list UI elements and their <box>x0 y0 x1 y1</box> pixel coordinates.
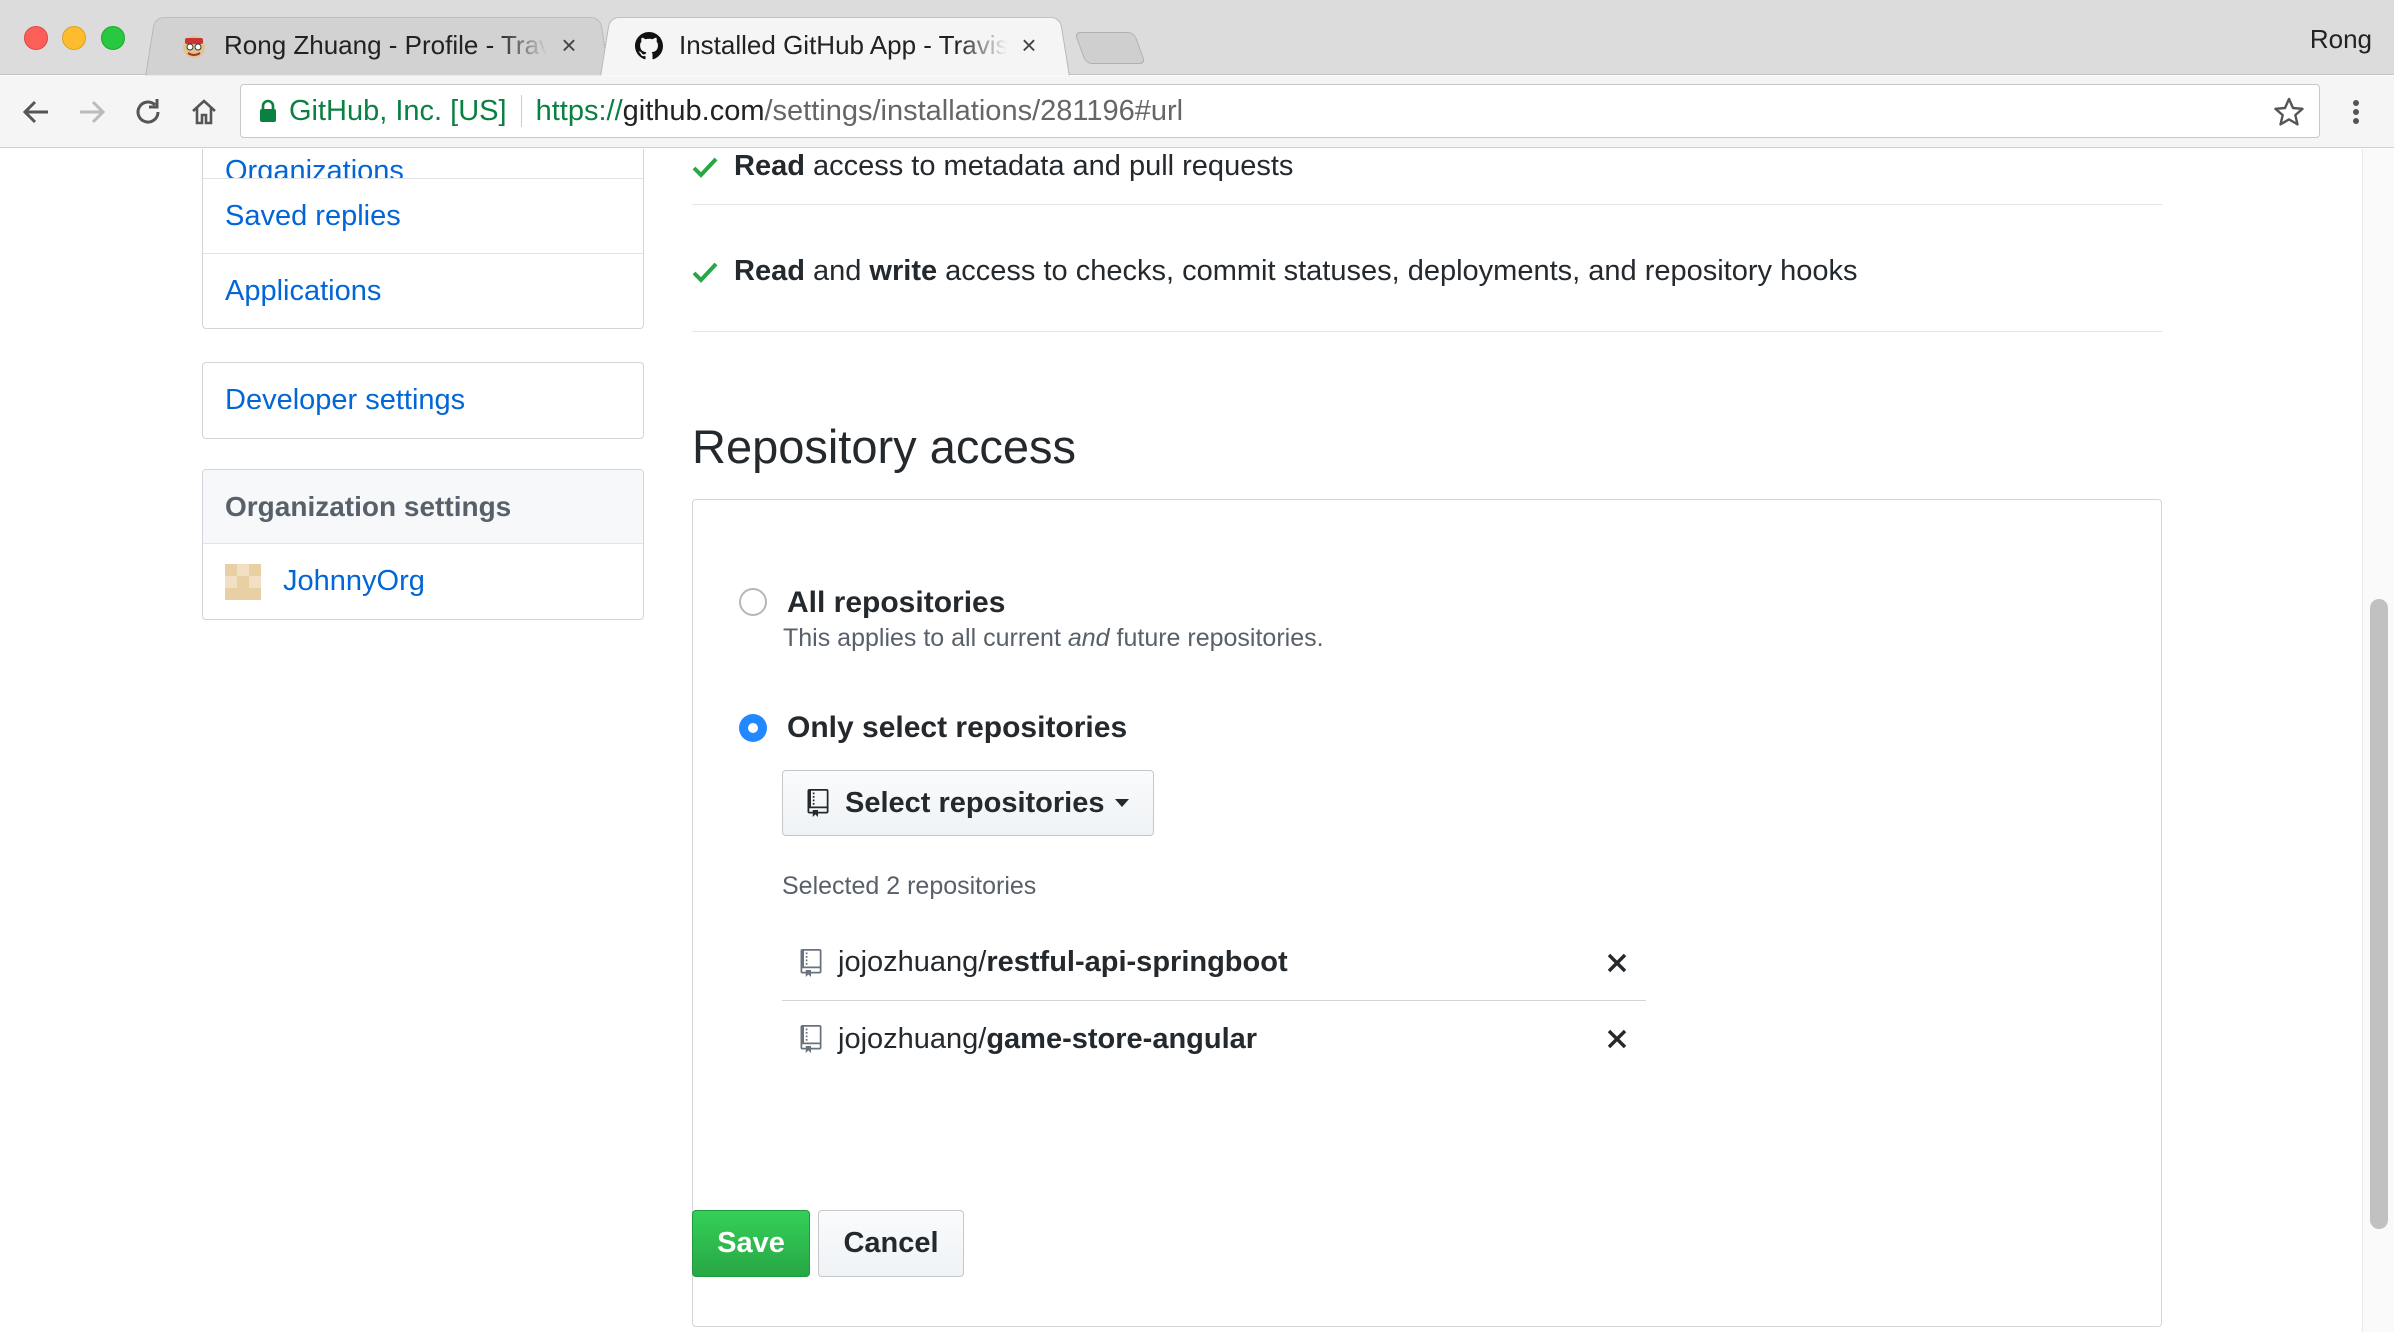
checkmark-icon <box>692 157 718 178</box>
permission-text: and <box>804 255 870 287</box>
url-host: github.com <box>622 94 765 127</box>
caret-down-icon <box>1114 799 1129 807</box>
sidebar-item-organizations[interactable]: Organizations <box>203 149 643 178</box>
back-arrow-icon[interactable] <box>16 92 56 132</box>
url-scheme: https:// <box>535 94 623 127</box>
github-octocat-icon <box>635 31 663 59</box>
repo-full-name: jojozhuang/game-store-angular <box>838 1023 1606 1056</box>
remove-repo-x-icon[interactable] <box>1606 1028 1628 1050</box>
permission-level: Read <box>734 255 805 287</box>
repo-owner: jojozhuang/ <box>838 1022 987 1055</box>
tab-close-icon[interactable]: × <box>557 30 581 61</box>
only-select-repositories-radio[interactable] <box>739 714 767 742</box>
browser-profile-name[interactable]: Rong <box>2310 24 2372 55</box>
sidebar-item-developer-settings[interactable]: Developer settings <box>203 363 643 438</box>
window-minimize-button[interactable] <box>62 26 86 50</box>
omnibox-separator <box>520 95 522 127</box>
select-repositories-button[interactable]: Select repositories <box>782 770 1154 836</box>
repo-icon <box>807 789 829 817</box>
repo-name: restful-api-springboot <box>986 946 1288 978</box>
repo-owner: jojozhuang/ <box>838 946 987 978</box>
repository-access-box: All repositories This applies to all cur… <box>692 499 2162 1327</box>
travis-mascot-icon <box>183 35 205 58</box>
browser-toolbar: GitHub, Inc. [US] https://github.com/set… <box>0 76 2394 148</box>
repo-name: game-store-angular <box>986 1022 1258 1055</box>
sidebar-item-org[interactable]: JohnnyOrg <box>203 544 643 619</box>
tab-title: Rong Zhuang - Profile - Travis CI <box>224 30 547 60</box>
select-repositories-label: Select repositories <box>845 786 1105 819</box>
only-select-repositories-label[interactable]: Only select repositories <box>787 711 1127 745</box>
scrollbar-thumb[interactable] <box>2370 599 2388 1229</box>
selected-repo-list: jojozhuang/restful-api-springboot jojozh… <box>782 925 1646 1077</box>
all-repositories-radio[interactable] <box>739 588 767 616</box>
address-bar[interactable]: GitHub, Inc. [US] https://github.com/set… <box>240 84 2320 138</box>
list-item: jojozhuang/game-store-angular <box>782 1001 1646 1077</box>
window-close-button[interactable] <box>24 26 48 50</box>
permission-level: Read <box>734 150 805 182</box>
window-zoom-button[interactable] <box>101 26 125 50</box>
sidebar-item-saved-replies[interactable]: Saved replies <box>203 178 643 253</box>
page-viewport: Organizations Saved replies Applications… <box>0 149 2394 1332</box>
tab-close-icon[interactable]: × <box>1017 30 1041 61</box>
browser-tab-bar: Rong Zhuang - Profile - Travis CI × Inst… <box>0 0 2394 76</box>
permission-text: access to metadata and pull requests <box>804 150 1294 182</box>
forward-arrow-icon[interactable] <box>72 92 112 132</box>
home-icon[interactable] <box>184 92 224 132</box>
org-name: JohnnyOrg <box>283 565 425 597</box>
permission-level: write <box>869 255 938 287</box>
checkmark-icon <box>692 262 718 283</box>
browser-tab-installed-app[interactable]: Installed GitHub App - Travis CI × <box>600 16 1070 76</box>
lock-icon <box>260 99 276 122</box>
repo-icon <box>800 1025 822 1053</box>
repo-full-name: jojozhuang/restful-api-springboot <box>838 946 1606 979</box>
developer-menu: Developer settings <box>202 362 644 439</box>
save-button[interactable]: Save <box>692 1210 810 1277</box>
list-item: jojozhuang/restful-api-springboot <box>782 925 1646 1001</box>
reload-icon[interactable] <box>128 92 168 132</box>
repo-icon <box>800 948 822 977</box>
bookmark-star-icon[interactable] <box>2273 96 2305 128</box>
all-repositories-label[interactable]: All repositories <box>787 586 1005 620</box>
organization-menu: Organization settings JohnnyOrg <box>202 469 644 620</box>
permission-item: Read and write access to checks, commit … <box>692 206 2162 332</box>
site-identity[interactable]: GitHub, Inc. [US] <box>289 95 507 128</box>
browser-menu-icon[interactable] <box>2344 96 2368 128</box>
org-avatar <box>225 563 261 600</box>
browser-tab-profile[interactable]: Rong Zhuang - Profile - Travis CI × <box>145 16 610 76</box>
organization-settings-heading: Organization settings <box>203 470 643 544</box>
permission-item: Read access to metadata and pull request… <box>692 149 2162 205</box>
tab-title: Installed GitHub App - Travis CI <box>679 30 1007 60</box>
remove-repo-x-icon[interactable] <box>1606 952 1628 974</box>
settings-menu: Organizations Saved replies Applications <box>202 149 644 329</box>
permission-text: access to checks, commit statuses, deplo… <box>937 255 1858 287</box>
new-tab-button[interactable] <box>1074 32 1146 64</box>
sidebar-item-applications[interactable]: Applications <box>203 253 643 328</box>
url-path: /settings/installations/281196#url <box>764 94 1184 127</box>
cancel-button[interactable]: Cancel <box>818 1210 964 1277</box>
repository-access-title: Repository access <box>692 420 1076 473</box>
selected-count: Selected 2 repositories <box>782 872 1037 900</box>
all-repositories-note: This applies to all current and future r… <box>783 624 1324 652</box>
page-scrollbar[interactable] <box>2362 149 2394 1332</box>
